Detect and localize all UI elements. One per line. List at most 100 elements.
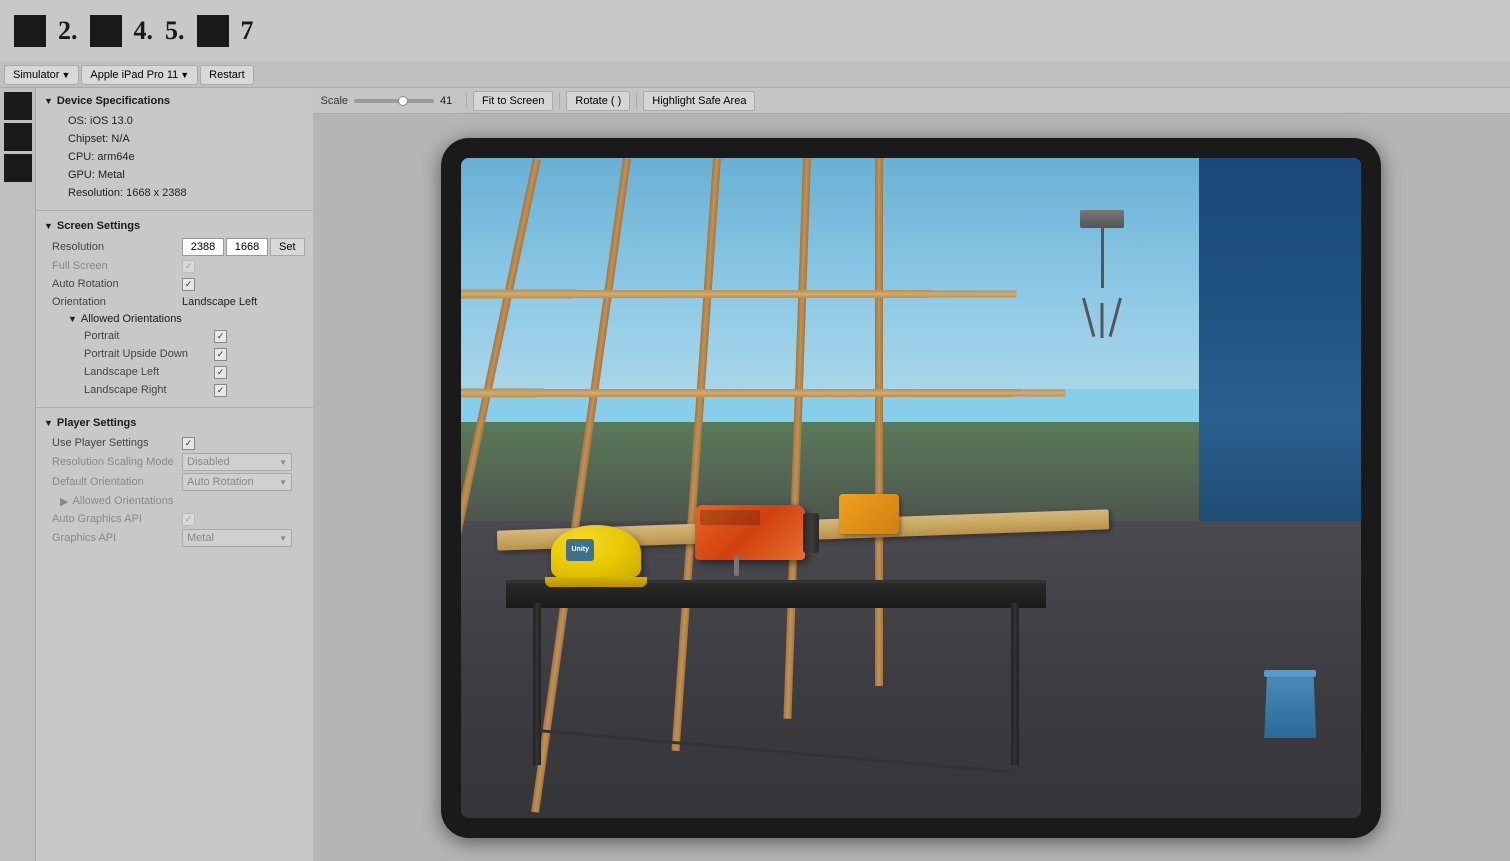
player-allowed-orientations-label: Allowed Orientations (72, 495, 202, 507)
toolbar-divider-2 (559, 93, 560, 109)
restart-button[interactable]: Restart (200, 65, 253, 85)
allowed-orientations-triangle-icon: ▼ (68, 314, 77, 324)
portrait-label: Portrait (84, 330, 214, 342)
allowed-orientations-content: Portrait Portrait Upside Down Landscape … (68, 327, 313, 399)
auto-graphics-api-label: Auto Graphics API (52, 513, 182, 525)
tool-body (695, 505, 805, 560)
side-navigation (0, 88, 36, 861)
allowed-orientations-header[interactable]: ▼ Allowed Orientations (68, 311, 313, 327)
toolbar-icon-3[interactable] (90, 15, 122, 47)
side-nav-icon-2[interactable] (4, 123, 32, 151)
player-settings-header[interactable]: ▼ Player Settings (36, 414, 313, 432)
light-head (1080, 210, 1124, 228)
portrait-checkbox[interactable] (214, 330, 227, 343)
scale-slider[interactable] (354, 99, 434, 103)
simulator-button[interactable]: Simulator ▼ (4, 65, 79, 85)
toolbar-num-7: 7 (241, 18, 254, 44)
resolution-width-input[interactable] (182, 238, 224, 256)
light-stand (1077, 210, 1127, 340)
fit-to-screen-button[interactable]: Fit to Screen (473, 91, 553, 111)
device-specs-section: ▼ Device Specifications OS: iOS 13.0 Chi… (36, 88, 313, 208)
full-screen-label: Full Screen (52, 260, 182, 272)
landscape-right-label: Landscape Right (84, 384, 214, 396)
graphics-api-dropdown[interactable]: Metal ▼ (182, 529, 292, 547)
cpu-value: CPU: arm64e (68, 151, 135, 163)
landscape-left-label: Landscape Left (84, 366, 214, 378)
scale-slider-container (354, 99, 434, 103)
auto-graphics-api-checkbox[interactable] (182, 513, 195, 526)
left-panel-wrapper: ▼ Device Specifications OS: iOS 13.0 Chi… (0, 88, 313, 861)
highlight-safe-area-button[interactable]: Highlight Safe Area (643, 91, 755, 111)
toolbar-num-2: 2. (58, 18, 78, 44)
landscape-right-checkbox[interactable] (214, 384, 227, 397)
power-tool (695, 505, 805, 580)
screen-settings-section: ▼ Screen Settings Resolution Set (36, 213, 313, 405)
resolution-inputs: Set (182, 238, 305, 256)
workbench-leg-1 (533, 603, 541, 765)
auto-rotation-label: Auto Rotation (52, 278, 182, 290)
toolbar-icon-1[interactable] (14, 15, 46, 47)
player-allowed-orientations-row: ▶ Allowed Orientations (52, 492, 313, 510)
bucket-body (1264, 677, 1316, 738)
auto-rotation-row: Auto Rotation (52, 275, 313, 293)
preview-toolbar: Scale 41 Fit to Screen Rotate ( ) Highli… (313, 88, 1510, 114)
portrait-upside-down-checkbox[interactable] (214, 348, 227, 361)
screen-settings-content: Resolution Set Full Screen (36, 235, 313, 401)
graphics-api-arrow-icon: ▼ (279, 534, 287, 543)
stand-legs (1077, 288, 1127, 338)
chipset-row: Chipset: N/A (52, 130, 313, 148)
player-settings-section: ▼ Player Settings Use Player Settings Re… (36, 410, 313, 554)
use-player-settings-row: Use Player Settings (52, 434, 313, 452)
portrait-upside-down-row: Portrait Upside Down (84, 345, 313, 363)
rotate-button[interactable]: Rotate ( ) (566, 91, 630, 111)
full-screen-checkbox[interactable] (182, 260, 195, 273)
resolution-height-input[interactable] (226, 238, 268, 256)
hard-hat-brim (545, 577, 647, 587)
device-selector-button[interactable]: Apple iPad Pro 11 ▼ (81, 65, 198, 85)
device-specs-header[interactable]: ▼ Device Specifications (36, 92, 313, 110)
top-toolbar: 2. 4. 5. 7 (0, 0, 1510, 62)
auto-rotation-checkbox[interactable] (182, 278, 195, 291)
clamp-tool (839, 494, 899, 534)
toolbar-num-5: 5. (165, 18, 185, 44)
use-player-settings-checkbox[interactable] (182, 437, 195, 450)
gpu-value: GPU: Metal (68, 169, 125, 181)
landscape-left-row: Landscape Left (84, 363, 313, 381)
default-orientation-dropdown[interactable]: Auto Rotation ▼ (182, 473, 292, 491)
device-specs-triangle-icon: ▼ (44, 96, 53, 106)
tool-handle (803, 513, 819, 553)
toolbar-divider-1 (466, 93, 467, 109)
side-nav-icon-1[interactable] (4, 92, 32, 120)
resolution-scaling-mode-dropdown[interactable]: Disabled ▼ (182, 453, 292, 471)
stand-pole (1101, 228, 1104, 288)
orientation-value: Landscape Left (182, 296, 257, 308)
screen-settings-header[interactable]: ▼ Screen Settings (36, 217, 313, 235)
default-orientation-arrow-icon: ▼ (279, 478, 287, 487)
side-nav-icon-3[interactable] (4, 154, 32, 182)
graphics-api-row: Graphics API Metal ▼ (52, 528, 313, 548)
landscape-right-row: Landscape Right (84, 381, 313, 399)
os-row: OS: iOS 13.0 (52, 112, 313, 130)
tool-blade (734, 556, 739, 576)
scene-background: Unity (461, 158, 1361, 818)
ipad-screen: Unity (461, 158, 1361, 818)
resolution-scaling-mode-row: Resolution Scaling Mode Disabled ▼ (52, 452, 313, 472)
resolution-spec-value: Resolution: 1668 x 2388 (68, 187, 187, 199)
toolbar-icon-6[interactable] (197, 15, 229, 47)
orientation-label: Orientation (52, 296, 182, 308)
device-specs-content: OS: iOS 13.0 Chipset: N/A CPU: arm64e GP… (36, 110, 313, 204)
landscape-left-checkbox[interactable] (214, 366, 227, 379)
auto-graphics-api-row: Auto Graphics API (52, 510, 313, 528)
default-orientation-row: Default Orientation Auto Rotation ▼ (52, 472, 313, 492)
scale-slider-thumb (398, 96, 408, 106)
toolbar-num-4: 4. (134, 18, 154, 44)
h-beam-2 (461, 388, 1065, 397)
portrait-row: Portrait (84, 327, 313, 345)
resolution-spec-row: Resolution: 1668 x 2388 (52, 184, 313, 202)
player-settings-content: Use Player Settings Resolution Scaling M… (36, 432, 313, 550)
graphics-api-label: Graphics API (52, 532, 182, 544)
full-screen-row: Full Screen (52, 257, 313, 275)
set-resolution-button[interactable]: Set (270, 238, 305, 256)
h-beam-1 (461, 289, 1016, 298)
use-player-settings-label: Use Player Settings (52, 437, 182, 449)
